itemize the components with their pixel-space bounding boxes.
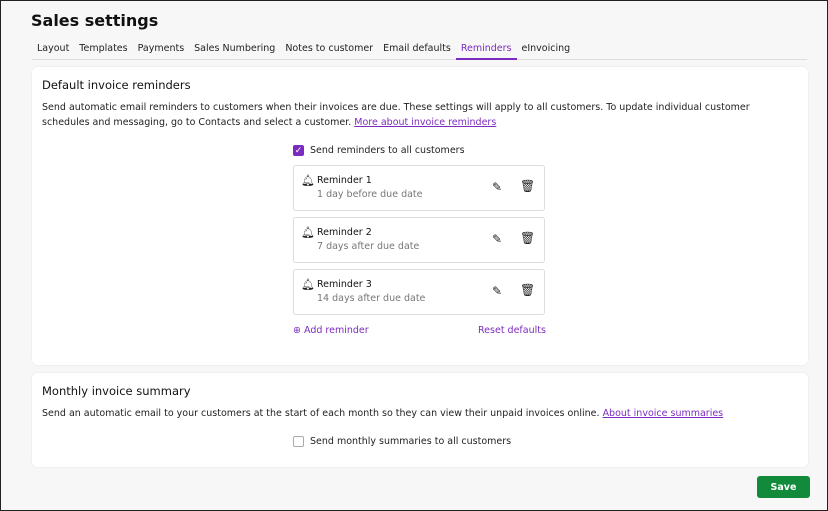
edit-pencil-icon[interactable]: ✎ <box>492 284 502 298</box>
checkbox-label: Send reminders to all customers <box>310 145 465 156</box>
tab-notes-to-customer[interactable]: Notes to customer <box>280 41 378 60</box>
trash-icon[interactable]: 🗑︎ <box>520 231 535 245</box>
tab-reminders[interactable]: Reminders <box>455 41 517 60</box>
bell-icon: 🔔︎ <box>301 226 315 239</box>
default-reminders-card: Default invoice reminders Send automatic… <box>32 67 808 365</box>
checkbox-label: Send monthly summaries to all customers <box>310 436 512 447</box>
reminder-item: 🔔︎ Reminder 2 7 days after due date ✎ 🗑︎ <box>293 217 545 263</box>
section-heading: Monthly invoice summary <box>42 384 191 398</box>
reminder-name: Reminder 2 <box>317 227 372 238</box>
tab-templates[interactable]: Templates <box>74 41 132 60</box>
save-button[interactable]: Save <box>757 476 810 498</box>
bell-icon: 🔔︎ <box>301 174 315 187</box>
add-reminder-label: Add reminder <box>304 325 369 336</box>
reminder-item: 🔔︎ Reminder 3 14 days after due date ✎ 🗑… <box>293 269 545 315</box>
tab-einvoicing[interactable]: eInvoicing <box>517 41 576 60</box>
trash-icon[interactable]: 🗑︎ <box>520 179 535 193</box>
reminder-name: Reminder 3 <box>317 279 372 290</box>
bell-icon: 🔔︎ <box>301 278 315 291</box>
section-description: Send an automatic email to your customer… <box>42 406 794 421</box>
section-description: Send automatic email reminders to custom… <box>42 100 794 130</box>
page-title: Sales settings <box>31 11 159 30</box>
tab-email-defaults[interactable]: Email defaults <box>378 41 456 60</box>
add-reminder-button[interactable]: ⊕ Add reminder <box>293 325 369 336</box>
monthly-summary-card: Monthly invoice summary Send an automati… <box>32 373 808 467</box>
trash-icon[interactable]: 🗑︎ <box>520 283 535 297</box>
checkbox-unchecked-icon <box>293 436 304 447</box>
more-about-reminders-link[interactable]: More about invoice reminders <box>354 117 496 128</box>
send-reminders-checkbox[interactable]: ✓ Send reminders to all customers <box>293 145 465 156</box>
description-text: Send an automatic email to your customer… <box>42 408 600 419</box>
about-summaries-link[interactable]: About invoice summaries <box>603 408 724 419</box>
reminder-timing: 14 days after due date <box>317 293 426 304</box>
reminder-timing: 7 days after due date <box>317 241 420 252</box>
tab-bar: Layout Templates Payments Sales Numberin… <box>32 41 807 60</box>
edit-pencil-icon[interactable]: ✎ <box>492 180 502 194</box>
checkbox-checked-icon: ✓ <box>293 145 304 156</box>
plus-circle-icon: ⊕ <box>293 325 301 336</box>
reminder-timing: 1 day before due date <box>317 189 423 200</box>
reminder-name: Reminder 1 <box>317 175 372 186</box>
send-summaries-checkbox[interactable]: Send monthly summaries to all customers <box>293 436 511 447</box>
reset-defaults-button[interactable]: Reset defaults <box>478 325 546 336</box>
tab-payments[interactable]: Payments <box>133 41 190 60</box>
tab-layout[interactable]: Layout <box>32 41 74 60</box>
tab-sales-numbering[interactable]: Sales Numbering <box>189 41 280 60</box>
section-heading: Default invoice reminders <box>42 78 191 92</box>
edit-pencil-icon[interactable]: ✎ <box>492 232 502 246</box>
reminder-item: 🔔︎ Reminder 1 1 day before due date ✎ 🗑︎ <box>293 165 545 211</box>
